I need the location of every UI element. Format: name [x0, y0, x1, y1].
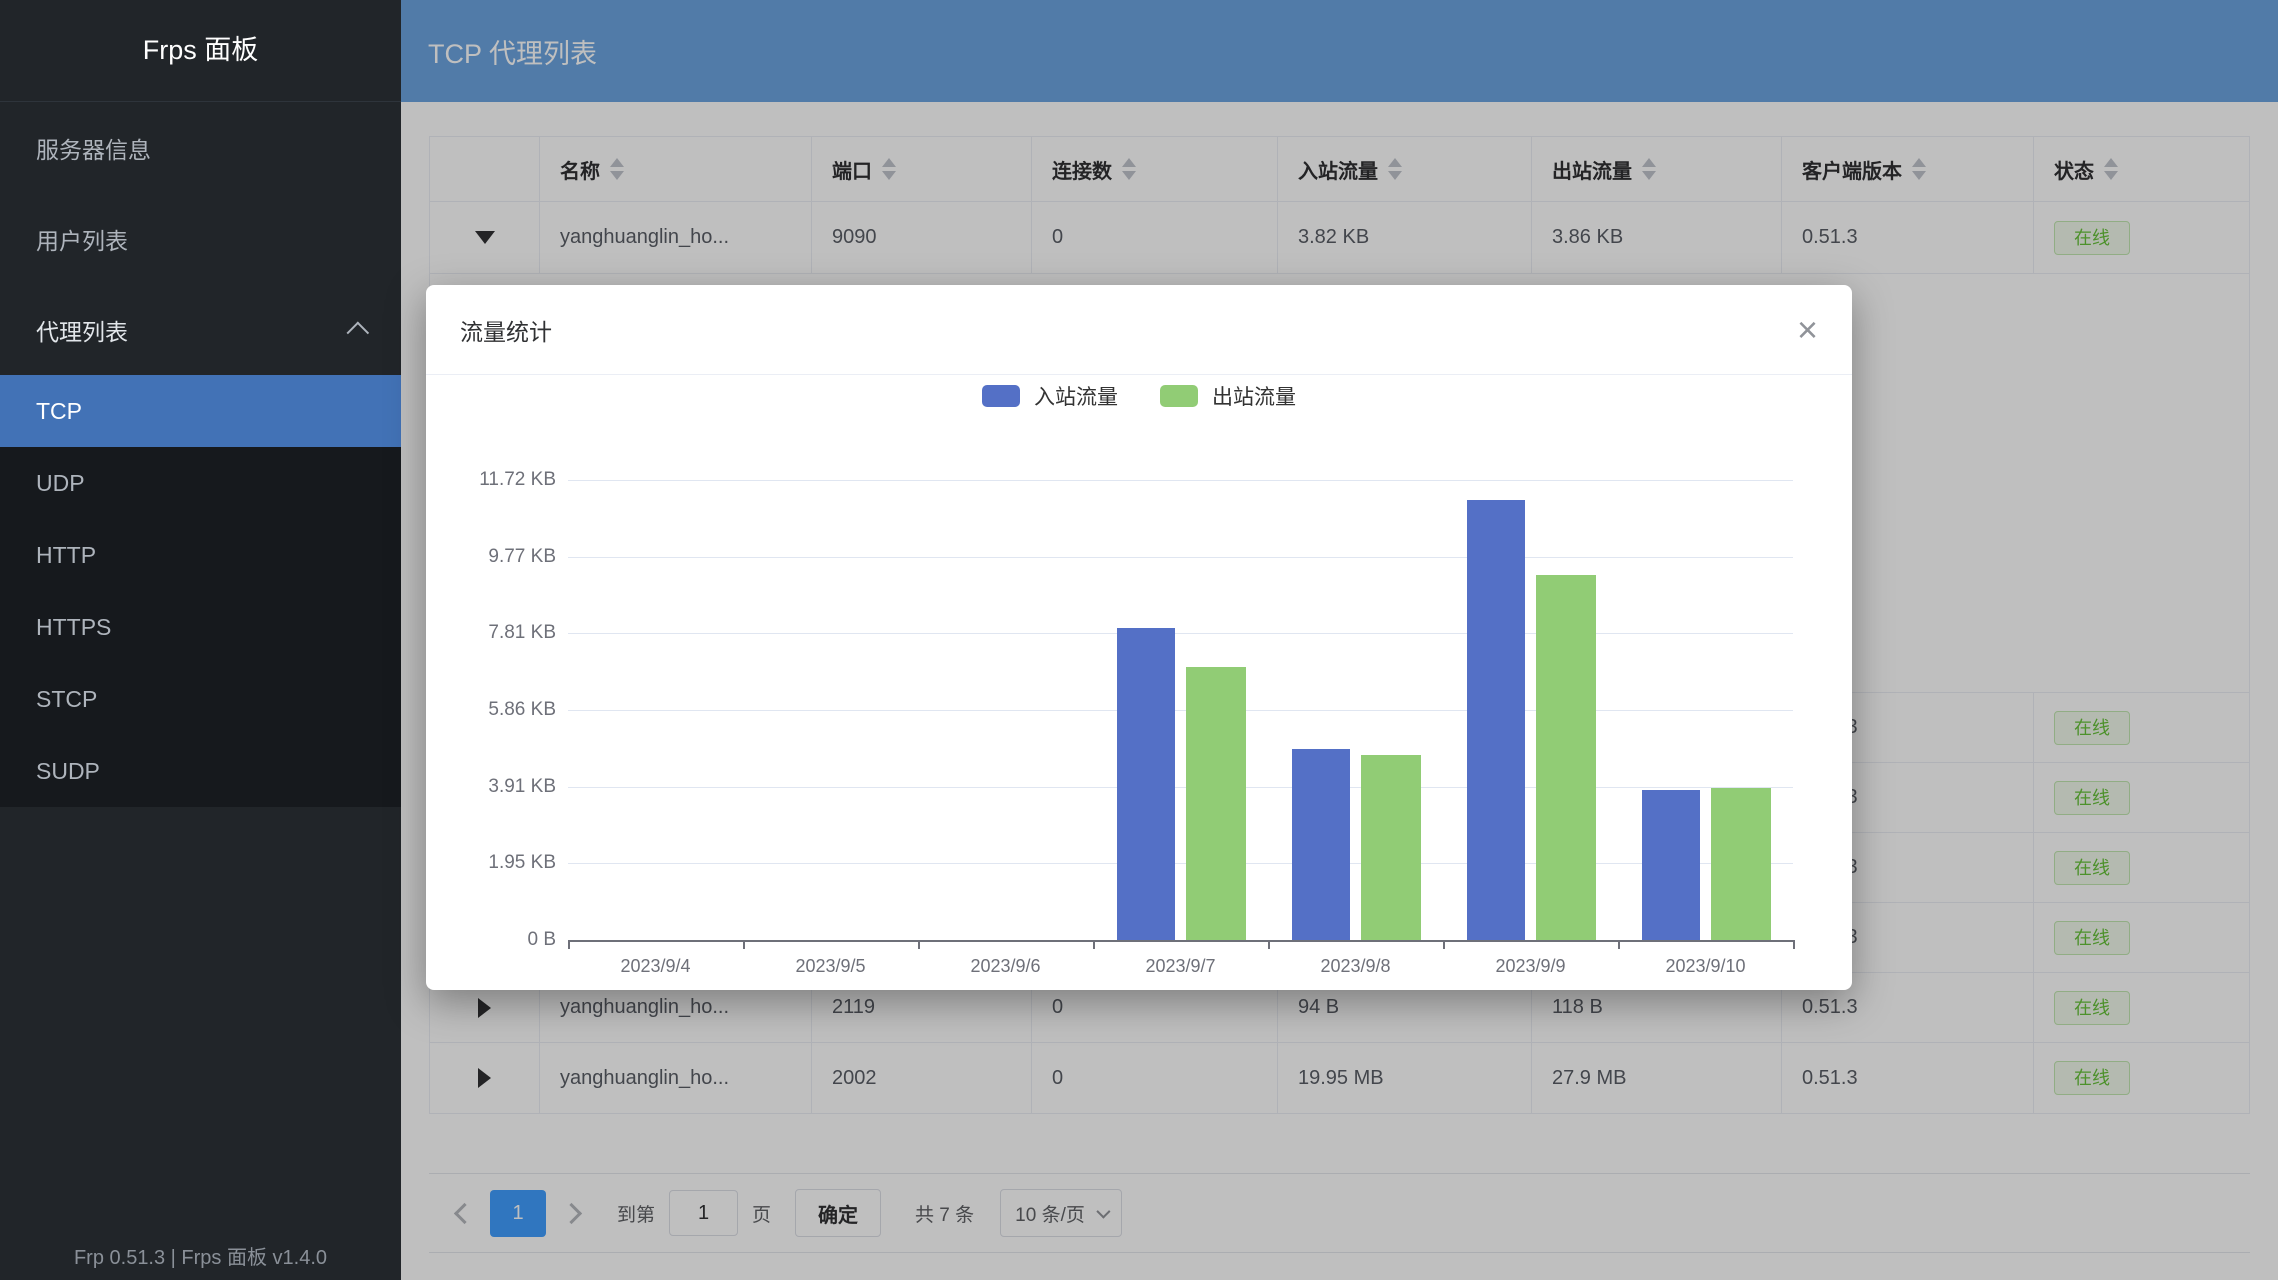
close-icon[interactable]: × — [1797, 312, 1818, 348]
bar-outbound-2023/9/10 — [1711, 788, 1771, 940]
gridline — [568, 557, 1793, 558]
x-axis-tick-label: 2023/9/8 — [1268, 956, 1443, 977]
sidebar-item-2[interactable]: 代理列表 — [0, 284, 401, 375]
x-axis-tick-label: 2023/9/6 — [918, 956, 1093, 977]
sidebar-item-1[interactable]: 用户列表 — [0, 193, 401, 284]
x-axis-tick — [918, 940, 920, 949]
y-axis-tick-label: 7.81 KB — [436, 622, 556, 644]
sidebar-item-label: 用户列表 — [36, 222, 128, 256]
sidebar-item-https[interactable]: HTTPS — [0, 591, 401, 663]
sidebar-item-label: 服务器信息 — [36, 131, 151, 165]
x-axis-tick — [1618, 940, 1620, 949]
sidebar-item-sudp[interactable]: SUDP — [0, 735, 401, 807]
bar-outbound-2023/9/7 — [1186, 667, 1246, 940]
y-axis-tick-label: 0 B — [436, 929, 556, 951]
x-axis-tick — [1093, 940, 1095, 949]
gridline — [568, 863, 1793, 864]
legend-item-outbound[interactable]: 出站流量 — [1160, 381, 1296, 411]
sidebar-item-0[interactable]: 服务器信息 — [0, 102, 401, 193]
x-axis-tick — [1443, 940, 1445, 949]
sidebar-item-label: 代理列表 — [36, 313, 128, 347]
legend-item-inbound[interactable]: 入站流量 — [982, 381, 1118, 411]
modal-title: 流量统计 — [460, 313, 552, 347]
x-axis-tick — [568, 940, 570, 949]
bar-inbound-2023/9/10 — [1642, 790, 1700, 940]
sidebar: Frps 面板 服务器信息用户列表代理列表 TCPUDPHTTPHTTPSSTCP… — [0, 0, 401, 1280]
bar-inbound-2023/9/9 — [1467, 500, 1525, 940]
x-axis-tick-label: 2023/9/7 — [1093, 956, 1268, 977]
legend-outbound-label: 出站流量 — [1212, 381, 1296, 411]
gridline — [568, 480, 1793, 481]
y-axis-tick-label: 5.86 KB — [436, 699, 556, 721]
chart-legend: 入站流量 出站流量 — [426, 381, 1852, 411]
x-axis-tick-label: 2023/9/10 — [1618, 956, 1793, 977]
y-axis-tick-label: 3.91 KB — [436, 776, 556, 798]
gridline — [568, 633, 1793, 634]
inbound-swatch-icon — [982, 385, 1020, 407]
outbound-swatch-icon — [1160, 385, 1198, 407]
y-axis-tick-label: 9.77 KB — [436, 546, 556, 568]
y-axis-tick-label: 1.95 KB — [436, 852, 556, 874]
sidebar-menu: 服务器信息用户列表代理列表 TCPUDPHTTPHTTPSSTCPSUDP — [0, 102, 401, 807]
sidebar-item-http[interactable]: HTTP — [0, 519, 401, 591]
bar-outbound-2023/9/9 — [1536, 575, 1596, 940]
x-axis-tick — [1268, 940, 1270, 949]
x-axis-tick-label: 2023/9/9 — [1443, 956, 1618, 977]
app-title: Frps 面板 — [0, 0, 401, 102]
x-axis-tick — [743, 940, 745, 949]
x-axis-tick-label: 2023/9/5 — [743, 956, 918, 977]
x-axis-tick — [1793, 940, 1795, 949]
x-axis-tick-label: 2023/9/4 — [568, 956, 743, 977]
gridline — [568, 710, 1793, 711]
modal-header: 流量统计 × — [426, 285, 1852, 375]
bar-inbound-2023/9/8 — [1292, 749, 1350, 940]
app-root: Frps 面板 服务器信息用户列表代理列表 TCPUDPHTTPHTTPSSTCP… — [0, 0, 2278, 1280]
y-axis-tick-label: 11.72 KB — [436, 469, 556, 491]
sidebar-item-udp[interactable]: UDP — [0, 447, 401, 519]
x-axis-line — [568, 940, 1793, 942]
proxy-submenu: TCPUDPHTTPHTTPSSTCPSUDP — [0, 375, 401, 807]
bar-inbound-2023/9/7 — [1117, 628, 1175, 940]
sidebar-item-tcp[interactable]: TCP — [0, 375, 401, 447]
sidebar-footer-version: Frp 0.51.3 | Frps 面板 v1.4.0 — [0, 1241, 401, 1270]
sidebar-item-stcp[interactable]: STCP — [0, 663, 401, 735]
chevron-up-icon — [347, 321, 370, 344]
traffic-stats-modal: 流量统计 × 入站流量 出站流量 0 B 1.95 KB 3.91 KB 5.86 K… — [426, 285, 1852, 990]
gridline — [568, 787, 1793, 788]
bar-outbound-2023/9/8 — [1361, 755, 1421, 940]
legend-inbound-label: 入站流量 — [1034, 381, 1118, 411]
